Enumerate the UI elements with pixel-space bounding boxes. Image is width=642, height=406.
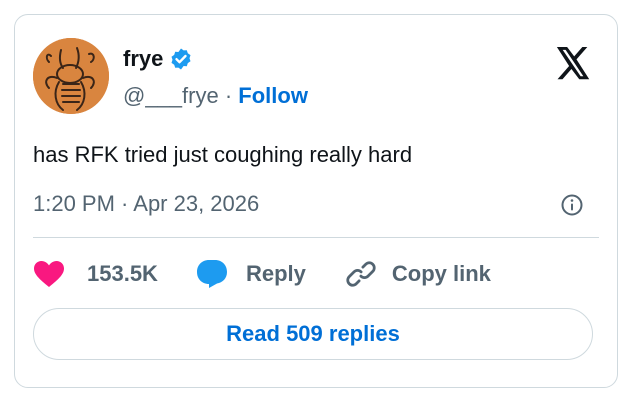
read-replies-button[interactable]: Read 509 replies (33, 308, 593, 360)
author-name-row: frye (123, 45, 193, 73)
author-handle[interactable]: @___frye (123, 83, 219, 108)
tweet-card: frye @___frye · Follow has RFK tried jus… (14, 14, 618, 388)
reply-bubble-icon (196, 259, 228, 289)
follow-link[interactable]: Follow (238, 83, 308, 108)
copy-link-button[interactable]: Copy link (346, 259, 491, 289)
author-avatar[interactable] (33, 38, 109, 114)
likes-count: 153.5K (87, 261, 158, 286)
reply-button[interactable]: Reply (196, 259, 306, 289)
verified-badge-icon (169, 47, 193, 71)
link-icon (346, 259, 376, 289)
like-button[interactable]: 153.5K (33, 260, 158, 288)
tweet-timestamp[interactable]: 1:20 PM · Apr 23, 2026 (33, 190, 259, 218)
divider (33, 237, 599, 238)
handle-separator: · (218, 83, 239, 108)
reply-label: Reply (245, 261, 306, 286)
copy-link-label: Copy link (391, 261, 491, 286)
heart-icon (33, 260, 65, 288)
avatar-drawing-icon (33, 38, 109, 114)
handle-row: @___frye · Follow (123, 82, 308, 110)
tweet-actions: 153.5K Reply Copy link (33, 258, 491, 290)
tweet-text: has RFK tried just coughing really hard (33, 142, 413, 167)
read-replies-label: Read 509 replies (226, 321, 400, 346)
x-logo-icon[interactable] (555, 47, 591, 80)
author-display-name[interactable]: frye (123, 45, 163, 73)
info-icon[interactable] (560, 193, 584, 217)
